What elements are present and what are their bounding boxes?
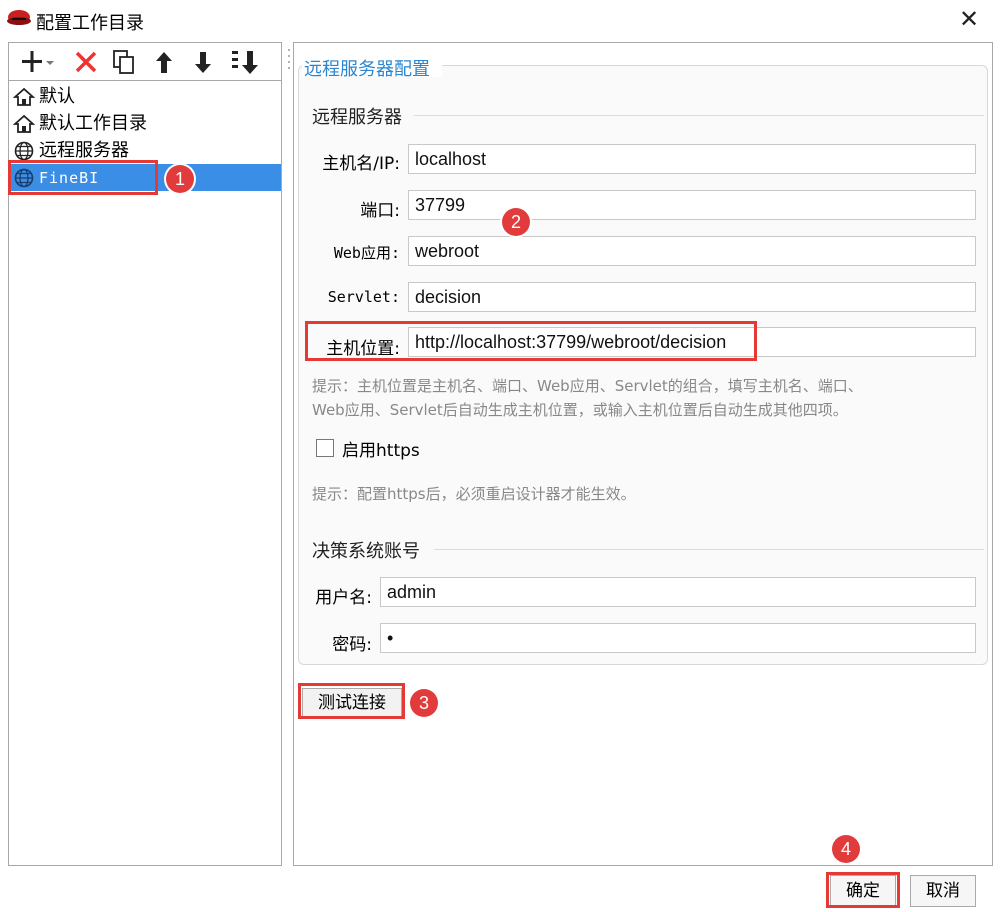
host-location-label: 主机位置: <box>326 339 400 359</box>
tree-item-default[interactable]: 默认 <box>9 83 281 110</box>
delete-icon[interactable] <box>71 47 101 77</box>
host-location-input[interactable]: http://localhost:37799/webroot/decision <box>408 327 976 357</box>
tree-item-label: 默认工作目录 <box>39 113 147 134</box>
tree-item-default-workdir[interactable]: 默认工作目录 <box>9 110 281 137</box>
account-subtitle: 决策系统账号 <box>312 541 420 562</box>
username-input[interactable]: admin <box>380 577 976 607</box>
home-icon <box>13 114 35 133</box>
directory-list-panel: 默认 默认工作目录 远程服务器 FineBI <box>8 42 282 866</box>
port-input[interactable]: 37799 <box>408 190 976 220</box>
servlet-label: Servlet: <box>327 288 400 306</box>
tree-item-finebi[interactable]: FineBI <box>9 164 281 191</box>
webapp-label: Web应用: <box>333 244 400 262</box>
step-badge-3: 3 <box>410 689 438 717</box>
https-checkbox-label: 启用https <box>342 441 420 461</box>
step-badge-1: 1 <box>166 165 194 193</box>
webapp-input[interactable]: webroot <box>408 236 976 266</box>
step-badge-2: 2 <box>502 208 530 236</box>
section-title: 远程服务器配置 <box>304 59 430 80</box>
tree-item-label: 远程服务器 <box>39 140 129 161</box>
password-label: 密码: <box>332 635 372 655</box>
add-dropdown-icon[interactable] <box>17 47 57 77</box>
home-icon <box>13 87 35 106</box>
tree-item-remote-server[interactable]: 远程服务器 <box>9 137 281 164</box>
hostname-input[interactable]: localhost <box>408 144 976 174</box>
step-badge-4: 4 <box>832 835 860 863</box>
ok-button[interactable]: 确定 <box>830 875 896 907</box>
splitter-handle[interactable] <box>287 46 291 156</box>
window-title: 配置工作目录 <box>36 13 144 34</box>
username-label: 用户名: <box>315 588 372 608</box>
globe-icon <box>14 141 34 161</box>
password-input[interactable]: • <box>380 623 976 653</box>
host-location-hint-2: Web应用、Servlet后自动生成主机位置，或输入主机位置后自动生成其他四项。 <box>312 401 848 419</box>
hostname-label: 主机名/IP: <box>322 154 400 174</box>
https-checkbox[interactable] <box>316 439 334 457</box>
tree-item-label: 默认 <box>39 86 75 107</box>
toolbar <box>9 43 281 81</box>
directory-tree: 默认 默认工作目录 远程服务器 FineBI <box>9 83 281 191</box>
test-connection-button[interactable]: 测试连接 <box>302 688 402 718</box>
cancel-button[interactable]: 取消 <box>910 875 976 907</box>
arrow-down-icon[interactable] <box>190 47 216 77</box>
arrow-up-icon[interactable] <box>151 47 177 77</box>
title-bar: 配置工作目录 ✕ <box>0 0 1000 40</box>
tree-item-label: FineBI <box>39 169 100 187</box>
port-label: 端口: <box>360 201 400 221</box>
sort-icon[interactable] <box>229 47 261 77</box>
globe-icon <box>14 168 34 188</box>
close-icon[interactable]: ✕ <box>954 4 984 34</box>
server-config-panel: 远程服务器配置 远程服务器 主机名/IP: localhost 端口: 3779… <box>293 42 993 866</box>
https-hint: 提示：配置https后，必须重启设计器才能生效。 <box>312 485 636 503</box>
copy-icon[interactable] <box>109 47 139 77</box>
host-location-hint-1: 提示：主机位置是主机名、端口、Web应用、Servlet的组合，填写主机名、端口… <box>312 377 863 395</box>
app-logo-icon <box>7 10 31 25</box>
remote-server-subtitle: 远程服务器 <box>312 107 402 128</box>
servlet-input[interactable]: decision <box>408 282 976 312</box>
